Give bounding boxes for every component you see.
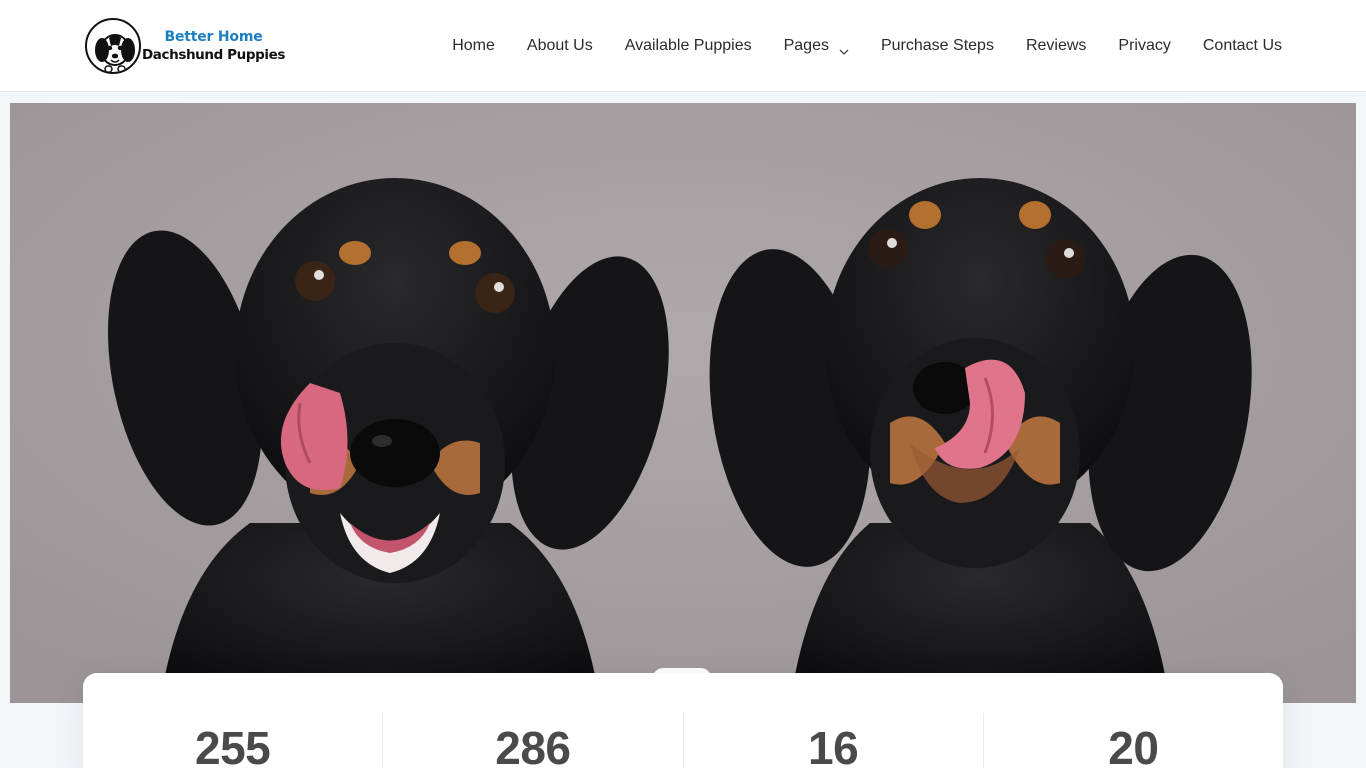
main-nav: Home About Us Available Puppies Pages Pu…: [452, 0, 1282, 92]
nav-about-us[interactable]: About Us: [527, 37, 593, 55]
logo-line-1: Better Home: [164, 28, 263, 45]
nav-purchase-steps[interactable]: Purchase Steps: [881, 37, 994, 55]
stat-value: 286: [495, 722, 571, 768]
dachshund-logo-icon: [85, 18, 141, 74]
hero-image: [10, 103, 1356, 703]
nav-available-puppies[interactable]: Available Puppies: [625, 37, 752, 55]
logo-text: Better Home Dachshund Puppies: [142, 29, 285, 64]
stat-item: 255: [83, 713, 384, 768]
stat-value: 255: [195, 722, 271, 768]
nav-pages[interactable]: Pages: [784, 37, 849, 55]
nav-home[interactable]: Home: [452, 37, 495, 55]
stat-item: 286: [383, 713, 684, 768]
nav-privacy[interactable]: Privacy: [1118, 37, 1170, 55]
nav-pages-label: Pages: [783, 37, 829, 54]
chevron-down-icon: [839, 43, 849, 55]
dachshund-puppies-illustration: [10, 103, 1356, 703]
site-logo[interactable]: Better Home Dachshund Puppies: [85, 17, 285, 75]
stat-item: 20: [984, 713, 1283, 768]
logo-line-2: Dachshund Puppies: [142, 46, 286, 63]
site-header: Better Home Dachshund Puppies Home About…: [0, 0, 1366, 92]
stat-item: 16: [684, 713, 984, 768]
stats-counter-card: 255 286 16 20: [83, 673, 1283, 768]
nav-reviews[interactable]: Reviews: [1026, 37, 1086, 55]
nav-contact-us[interactable]: Contact Us: [1203, 37, 1282, 55]
stat-value: 16: [808, 722, 859, 768]
stat-value: 20: [1108, 722, 1159, 768]
